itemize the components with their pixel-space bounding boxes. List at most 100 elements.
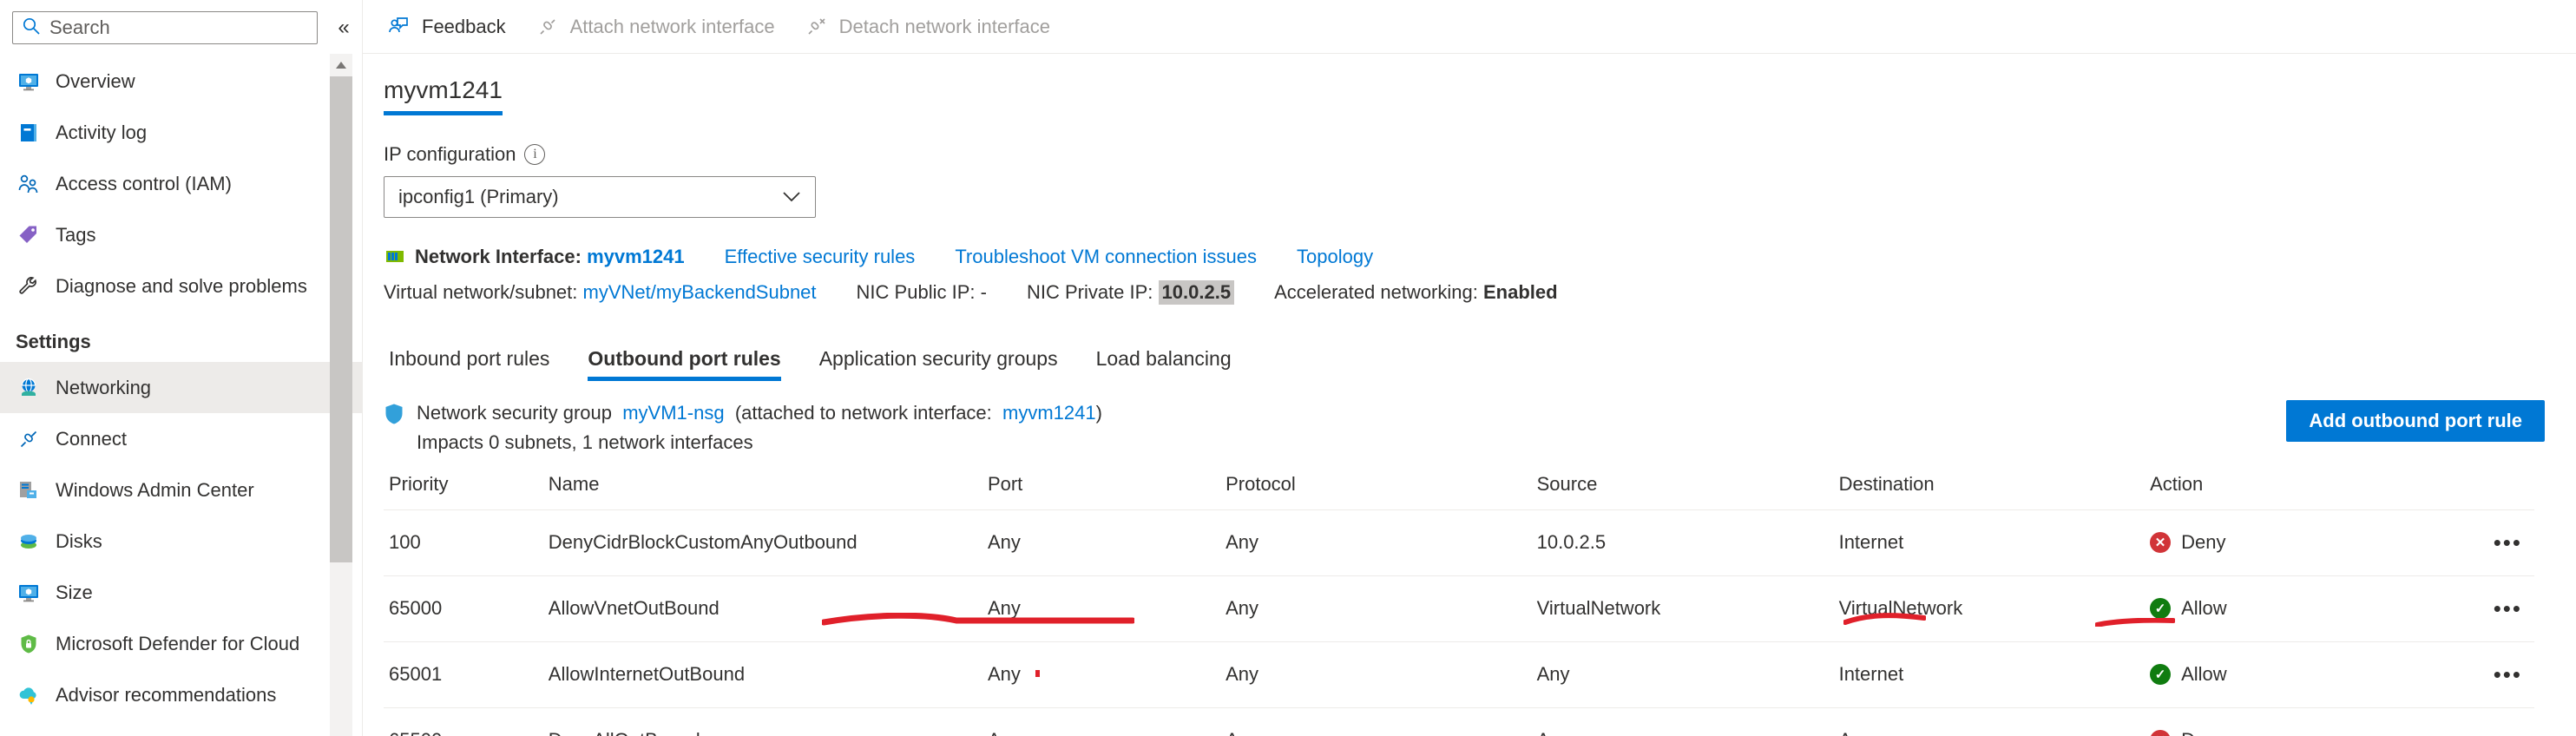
sidebar-item-label: Tags: [56, 223, 96, 246]
sidebar-item-access-control[interactable]: Access control (IAM): [0, 158, 363, 209]
accelerated-networking-value: Enabled: [1482, 281, 1558, 303]
sidebar-item-overview[interactable]: Overview: [0, 56, 363, 107]
sidebar-item-size[interactable]: Size: [0, 567, 363, 618]
sidebar-section-settings: Settings: [16, 331, 91, 352]
row-context-menu-icon[interactable]: •••: [2494, 727, 2522, 736]
sidebar-scrollbar[interactable]: [330, 54, 352, 736]
attach-network-interface-button[interactable]: Attach network interface: [525, 8, 794, 46]
ip-configuration-label: IP configuration: [384, 143, 516, 165]
sidebar-item-connect[interactable]: Connect: [0, 413, 363, 464]
shield-icon: [384, 403, 406, 425]
sidebar-item-activity-log[interactable]: Activity log: [0, 107, 363, 158]
cell-priority: 65001: [384, 641, 549, 708]
add-outbound-port-rule-button[interactable]: Add outbound port rule: [2286, 400, 2545, 442]
sidebar-item-diagnose[interactable]: Diagnose and solve problems: [0, 260, 363, 312]
tab-outbound-port-rules[interactable]: Outbound port rules: [568, 347, 799, 381]
page-title: myvm1241: [384, 76, 503, 103]
cell-row-menu[interactable]: •••: [2424, 707, 2534, 736]
action-label: Deny: [2181, 531, 2226, 554]
row-context-menu-icon[interactable]: •••: [2494, 595, 2522, 621]
table-header-row: Priority Name Port Protocol Source Desti…: [384, 472, 2534, 510]
command-label: Detach network interface: [838, 15, 1050, 37]
cell-name: DenyAllOutBound: [548, 707, 988, 736]
ip-configuration-value: ipconfig1 (Primary): [398, 186, 559, 207]
sidebar-item-windows-admin-center[interactable]: Windows Admin Center: [0, 464, 363, 516]
column-header-priority[interactable]: Priority: [384, 472, 549, 510]
detach-network-interface-button[interactable]: Detach network interface: [794, 8, 1069, 46]
nsg-name-link[interactable]: myVM1-nsg: [622, 402, 724, 424]
nsg-nic-link[interactable]: myvm1241: [1002, 402, 1096, 424]
table-row[interactable]: 100 DenyCidrBlockCustomAnyOutbound Any A…: [384, 509, 2534, 576]
nsg-impacts-text: Impacts 0 subnets, 1 network interfaces: [417, 430, 753, 453]
topology-link[interactable]: Topology: [1297, 246, 1373, 268]
tag-icon: [16, 222, 42, 248]
sidebar-item-networking[interactable]: Networking: [0, 362, 363, 413]
column-header-name[interactable]: Name: [548, 472, 988, 510]
networking-globe-icon: [16, 375, 42, 401]
network-interface-name-link[interactable]: myvm1241: [587, 246, 685, 268]
search-input[interactable]: Search: [12, 11, 318, 44]
tab-application-security-groups[interactable]: Application security groups: [800, 347, 1077, 381]
sidebar-item-tags[interactable]: Tags: [0, 209, 363, 260]
sidebar-item-disks[interactable]: Disks: [0, 516, 363, 567]
deny-status-icon: ✕: [2150, 730, 2172, 736]
cell-name: AllowInternetOutBound: [548, 641, 988, 708]
table-row[interactable]: 65500 DenyAllOutBound Any Any Any Any ✕ …: [384, 707, 2534, 736]
row-context-menu-icon[interactable]: •••: [2494, 661, 2522, 687]
tab-load-balancing[interactable]: Load balancing: [1077, 347, 1251, 381]
column-header-destination[interactable]: Destination: [1838, 472, 2151, 510]
cell-port: Any: [987, 509, 1226, 576]
scroll-up-arrow-icon[interactable]: [330, 54, 352, 76]
ip-configuration-dropdown[interactable]: ipconfig1 (Primary): [384, 176, 816, 218]
column-header-source[interactable]: Source: [1536, 472, 1839, 510]
cell-row-menu[interactable]: •••: [2424, 509, 2534, 576]
column-header-protocol[interactable]: Protocol: [1226, 472, 1537, 510]
effective-security-rules-link[interactable]: Effective security rules: [725, 246, 916, 268]
port-rules-tabs: Inbound port rules Outbound port rules A…: [384, 334, 2576, 381]
cell-action: ✕ Deny: [2150, 707, 2425, 736]
nic-private-ip-label: NIC Private IP:: [1026, 281, 1153, 303]
cell-protocol: Any: [1226, 509, 1537, 576]
sidebar-item-label: Diagnose and solve problems: [56, 274, 307, 297]
cell-action: ✓ Allow: [2150, 641, 2425, 708]
feedback-button[interactable]: Feedback: [377, 8, 525, 46]
sidebar-scrollbar-thumb[interactable]: [330, 76, 352, 562]
cell-port: Any: [987, 641, 1226, 708]
sidebar-search-row: Search «: [0, 0, 363, 54]
nic-public-ip-label: NIC Public IP:: [856, 281, 976, 303]
table-row[interactable]: 65000 AllowVnetOutBound Any Any VirtualN…: [384, 575, 2534, 642]
cell-name: DenyCidrBlockCustomAnyOutbound: [548, 509, 988, 576]
feedback-person-icon: [387, 15, 411, 39]
search-placeholder: Search: [49, 16, 110, 38]
sidebar-item-advisor-recommendations[interactable]: Advisor recommendations: [0, 669, 363, 720]
column-header-action[interactable]: Action: [2150, 472, 2425, 510]
network-interface-label: Network Interface:: [415, 246, 582, 267]
nsg-summary-row: Network security group myVM1-nsg (attach…: [384, 400, 2576, 454]
row-context-menu-icon[interactable]: •••: [2494, 529, 2522, 555]
vnet-subnet-link[interactable]: myVNet/myBackendSubnet: [583, 281, 817, 304]
table-row[interactable]: 65001 AllowInternetOutBound Any Any Any …: [384, 641, 2534, 708]
sidebar-nav-list: Overview Activity log Access control (IA…: [0, 54, 363, 720]
sidebar-item-defender-for-cloud[interactable]: Microsoft Defender for Cloud: [0, 618, 363, 669]
collapse-sidebar-button[interactable]: «: [325, 11, 363, 44]
cell-source: Any: [1536, 707, 1839, 736]
info-icon[interactable]: i: [524, 144, 546, 165]
windows-admin-center-icon: [16, 477, 42, 503]
cell-row-menu[interactable]: •••: [2424, 641, 2534, 708]
cell-port: Any: [987, 707, 1226, 736]
nic-private-ip-value: 10.0.2.5: [1158, 280, 1235, 305]
column-header-port[interactable]: Port: [987, 472, 1226, 510]
tab-inbound-port-rules[interactable]: Inbound port rules: [384, 347, 568, 381]
cell-row-menu[interactable]: •••: [2424, 575, 2534, 642]
cell-protocol: Any: [1226, 575, 1537, 642]
page-title-wrap: myvm1241: [384, 76, 503, 115]
connect-plug-icon: [16, 426, 42, 452]
cell-destination: Any: [1838, 707, 2151, 736]
cell-destination: VirtualNetwork: [1838, 575, 2151, 642]
nic-meta-line: Virtual network/subnet: myVNet/myBackend…: [384, 280, 2576, 305]
troubleshoot-vm-connection-link[interactable]: Troubleshoot VM connection issues: [955, 246, 1257, 268]
sidebar-item-label: Advisor recommendations: [56, 683, 277, 706]
chevron-down-icon: [782, 186, 801, 208]
cell-priority: 65500: [384, 707, 549, 736]
sidebar-item-label: Microsoft Defender for Cloud: [56, 632, 300, 654]
